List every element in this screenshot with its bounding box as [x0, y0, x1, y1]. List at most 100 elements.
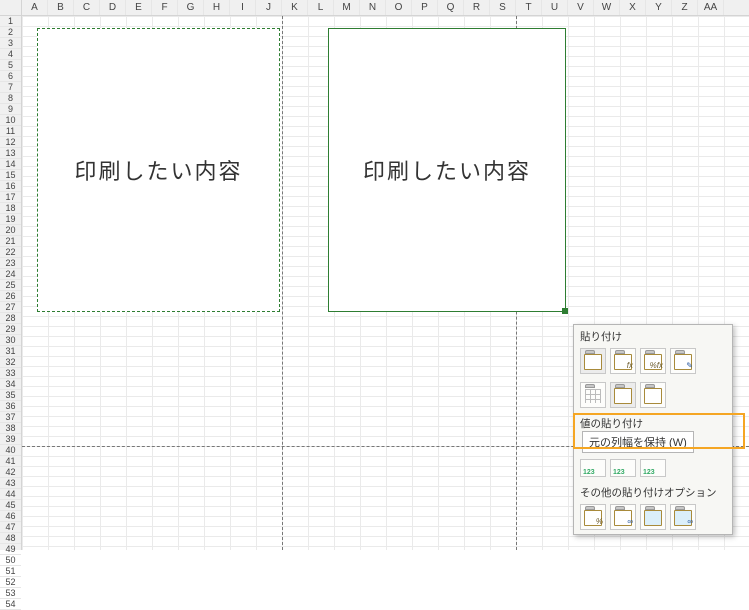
row-header[interactable]: 41 [0, 456, 21, 467]
column-header[interactable]: C [74, 0, 100, 15]
row-header[interactable]: 44 [0, 489, 21, 500]
row-header[interactable]: 21 [0, 236, 21, 247]
column-header[interactable]: J [256, 0, 282, 15]
row-header[interactable]: 46 [0, 511, 21, 522]
row-header[interactable]: 39 [0, 434, 21, 445]
column-header[interactable]: I [230, 0, 256, 15]
row-header[interactable]: 16 [0, 181, 21, 192]
row-header[interactable]: 34 [0, 379, 21, 390]
row-header[interactable]: 7 [0, 82, 21, 93]
paste-values-icon[interactable]: 123 [580, 459, 606, 477]
column-header[interactable]: A [22, 0, 48, 15]
row-header[interactable]: 17 [0, 192, 21, 203]
row-header[interactable]: 13 [0, 148, 21, 159]
row-header[interactable]: 33 [0, 368, 21, 379]
column-header[interactable]: Z [672, 0, 698, 15]
row-header[interactable]: 3 [0, 38, 21, 49]
row-header[interactable]: 48 [0, 533, 21, 544]
row-header[interactable]: 27 [0, 302, 21, 313]
row-header[interactable]: 11 [0, 126, 21, 137]
row-header[interactable]: 42 [0, 467, 21, 478]
row-header[interactable]: 23 [0, 258, 21, 269]
paste-keep-source-format-icon[interactable]: ✎ [670, 348, 696, 374]
column-header[interactable]: S [490, 0, 516, 15]
fill-handle[interactable] [562, 308, 568, 314]
row-header[interactable]: 38 [0, 423, 21, 434]
column-header[interactable]: Y [646, 0, 672, 15]
row-header[interactable]: 35 [0, 390, 21, 401]
row-header[interactable]: 45 [0, 500, 21, 511]
row-header[interactable]: 24 [0, 269, 21, 280]
row-header[interactable]: 2 [0, 27, 21, 38]
row-header[interactable]: 26 [0, 291, 21, 302]
row-header[interactable]: 1 [0, 16, 21, 27]
select-all-corner[interactable] [0, 0, 22, 15]
column-header[interactable]: N [360, 0, 386, 15]
column-header[interactable]: Q [438, 0, 464, 15]
column-header[interactable]: X [620, 0, 646, 15]
page-break-vertical [282, 16, 283, 550]
row-header[interactable]: 22 [0, 247, 21, 258]
column-header[interactable]: L [308, 0, 334, 15]
row-header[interactable]: 40 [0, 445, 21, 456]
column-header[interactable]: R [464, 0, 490, 15]
row-header[interactable]: 36 [0, 401, 21, 412]
row-header[interactable]: 30 [0, 335, 21, 346]
paste-formatting-icon[interactable]: % [580, 504, 606, 530]
paste-transpose-icon[interactable] [640, 382, 666, 408]
row-header[interactable]: 50 [0, 555, 21, 566]
column-header[interactable]: F [152, 0, 178, 15]
paste-formulas-number-format-icon[interactable]: %fx [640, 348, 666, 374]
row-header[interactable]: 43 [0, 478, 21, 489]
paste-values-number-format-icon[interactable]: 123 [610, 459, 636, 477]
row-header[interactable]: 18 [0, 203, 21, 214]
paste-picture-icon[interactable] [640, 504, 666, 530]
paste-formulas-icon[interactable]: fx [610, 348, 636, 374]
row-header[interactable]: 10 [0, 115, 21, 126]
column-header[interactable]: D [100, 0, 126, 15]
row-header[interactable]: 32 [0, 357, 21, 368]
row-header[interactable]: 37 [0, 412, 21, 423]
paste-no-borders-icon[interactable] [580, 382, 606, 408]
row-header[interactable]: 14 [0, 159, 21, 170]
paste-values-row: 123 123 123 [574, 459, 732, 481]
row-header[interactable]: 52 [0, 577, 21, 588]
column-header[interactable]: H [204, 0, 230, 15]
row-header[interactable]: 25 [0, 280, 21, 291]
column-header[interactable]: P [412, 0, 438, 15]
column-header[interactable]: B [48, 0, 74, 15]
worksheet: ABCDEFGHIJKLMNOPQRSTUVWXYZAA 12345678910… [0, 0, 749, 550]
row-header[interactable]: 4 [0, 49, 21, 60]
column-header[interactable]: K [282, 0, 308, 15]
row-header[interactable]: 54 [0, 599, 21, 610]
row-header[interactable]: 5 [0, 60, 21, 71]
column-header[interactable]: O [386, 0, 412, 15]
paste-linked-picture-icon[interactable]: ∞ [670, 504, 696, 530]
column-header[interactable]: V [568, 0, 594, 15]
column-header[interactable]: U [542, 0, 568, 15]
column-header[interactable]: G [178, 0, 204, 15]
paste-values-source-format-icon[interactable]: 123 [640, 459, 666, 477]
paste-all-icon[interactable] [580, 348, 606, 374]
column-header[interactable]: T [516, 0, 542, 15]
column-header[interactable]: W [594, 0, 620, 15]
paste-link-icon[interactable]: ∞ [610, 504, 636, 530]
row-header[interactable]: 8 [0, 93, 21, 104]
row-header[interactable]: 28 [0, 313, 21, 324]
column-header[interactable]: AA [698, 0, 724, 15]
row-header[interactable]: 9 [0, 104, 21, 115]
row-header[interactable]: 47 [0, 522, 21, 533]
row-header[interactable]: 31 [0, 346, 21, 357]
paste-keep-column-width-icon[interactable] [610, 382, 636, 408]
row-header[interactable]: 12 [0, 137, 21, 148]
source-selection-box: 印刷したい内容 [37, 28, 280, 312]
row-header[interactable]: 15 [0, 170, 21, 181]
row-header[interactable]: 6 [0, 71, 21, 82]
row-header[interactable]: 51 [0, 566, 21, 577]
row-header[interactable]: 53 [0, 588, 21, 599]
column-header[interactable]: E [126, 0, 152, 15]
row-header[interactable]: 29 [0, 324, 21, 335]
column-header[interactable]: M [334, 0, 360, 15]
row-header[interactable]: 20 [0, 225, 21, 236]
row-header[interactable]: 19 [0, 214, 21, 225]
